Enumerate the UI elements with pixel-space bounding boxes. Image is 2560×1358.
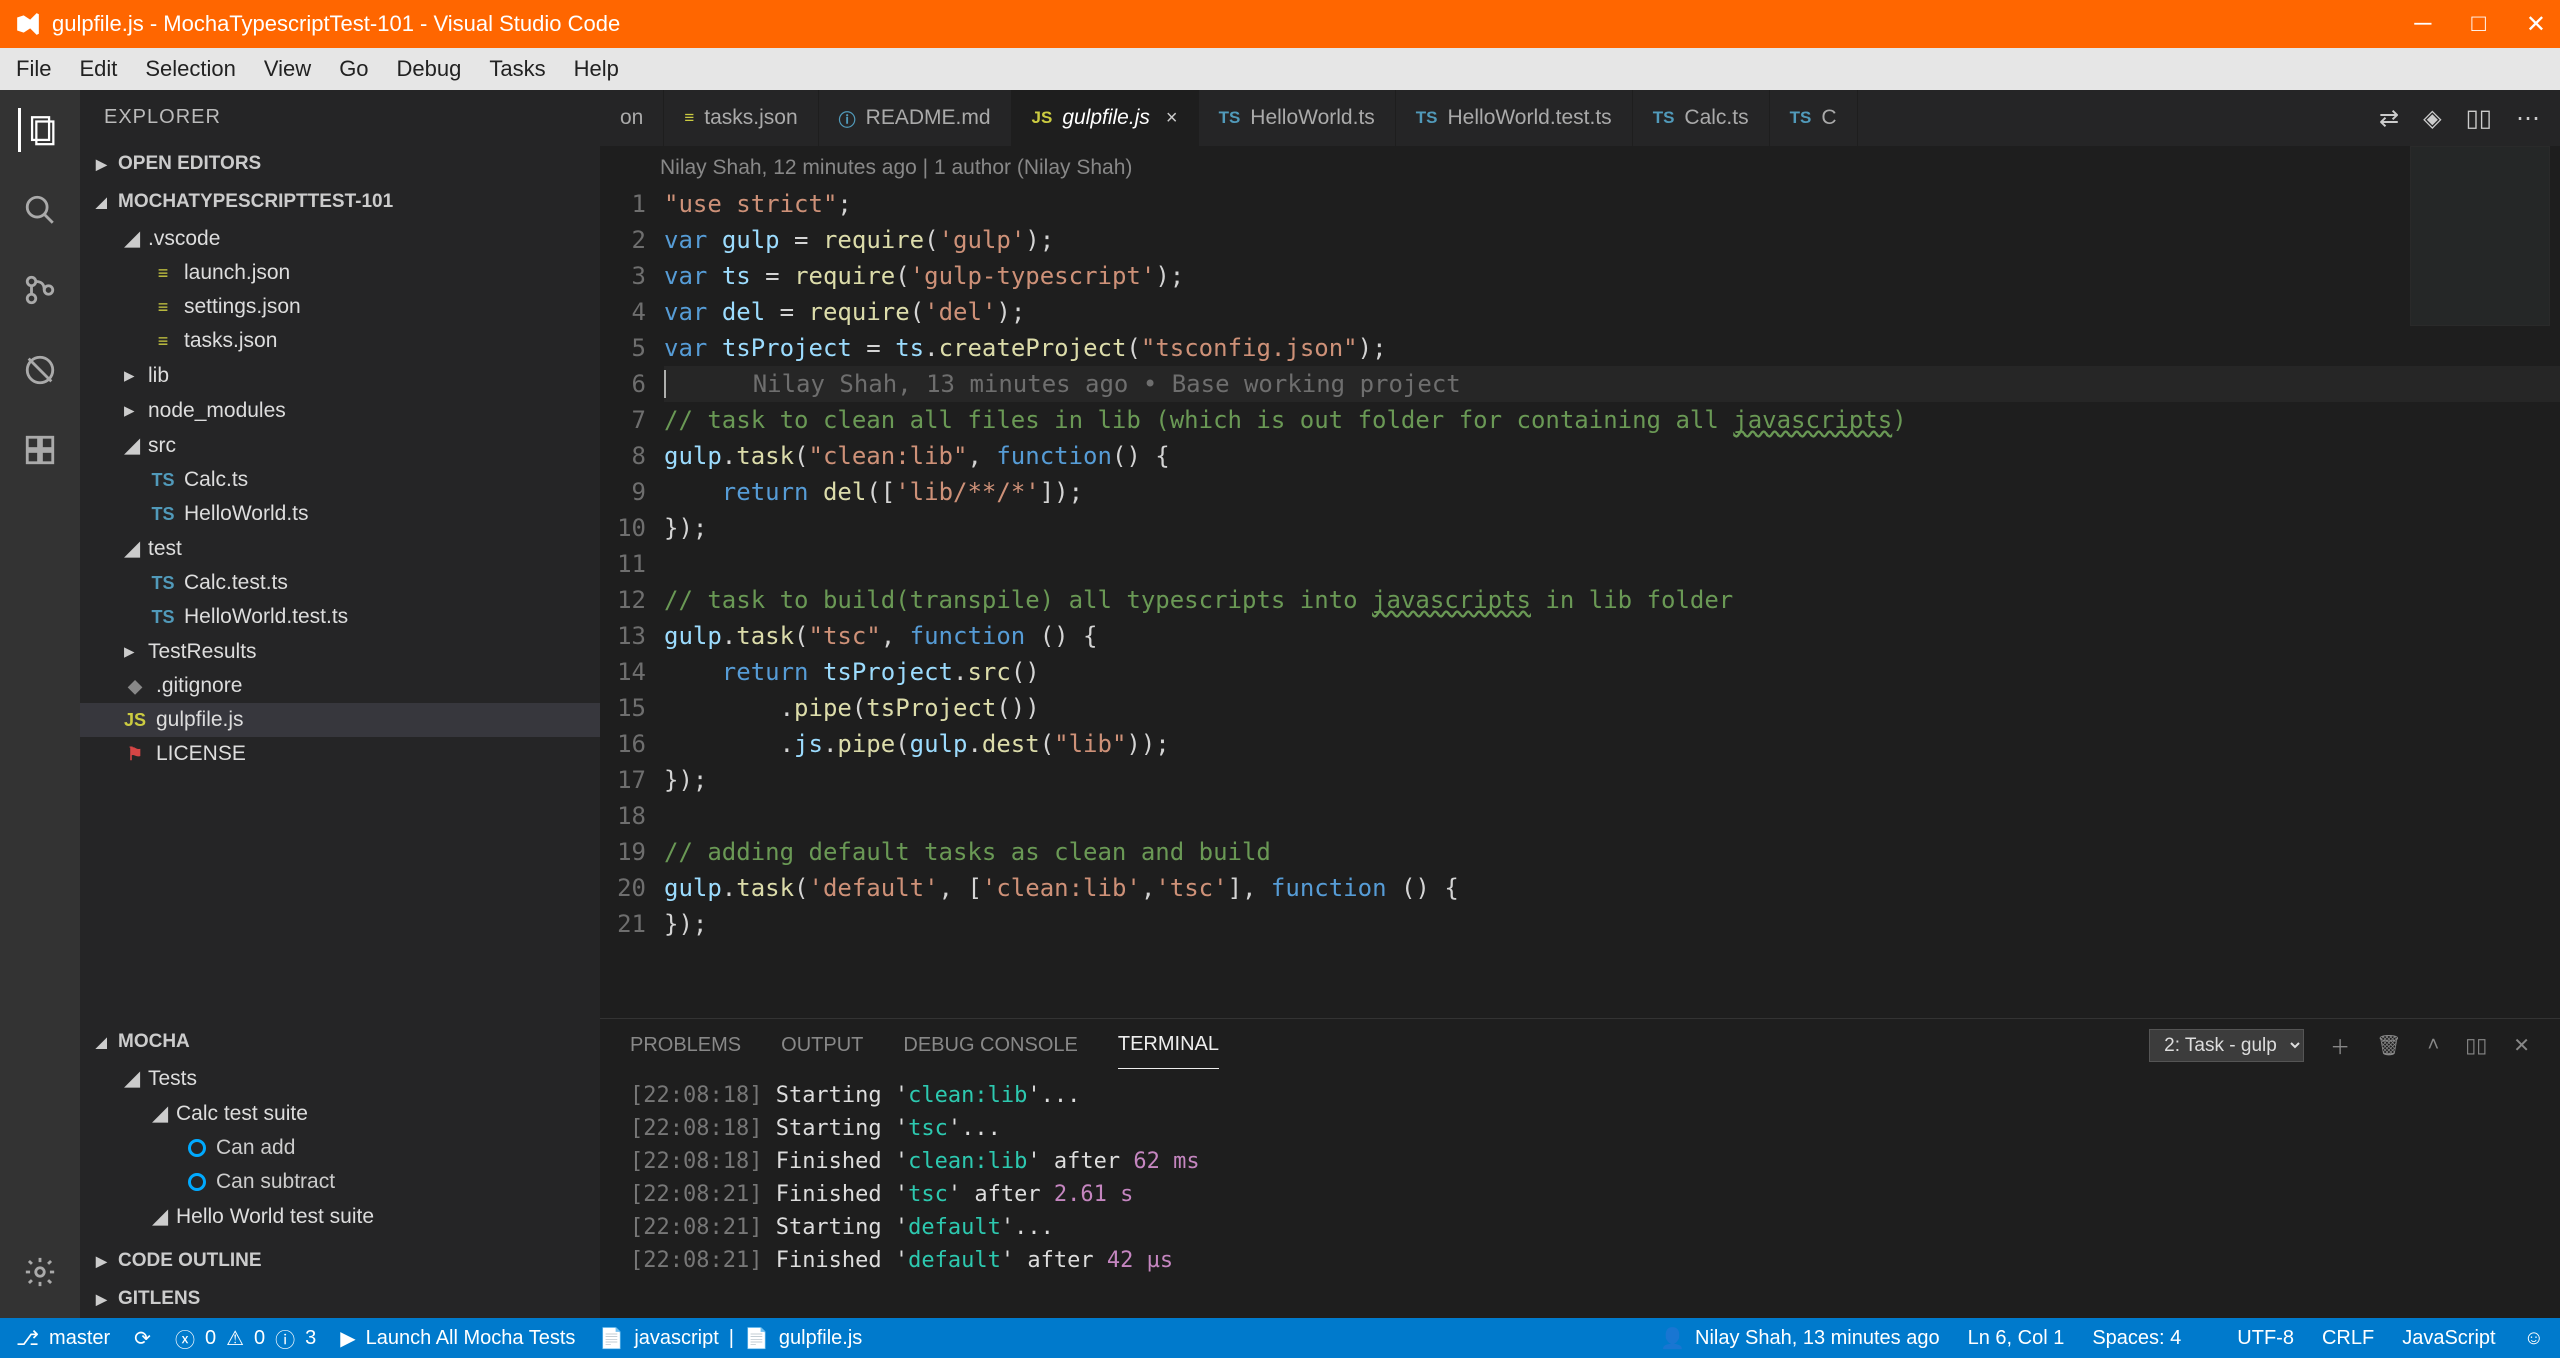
eol-status[interactable]: CRLF (2322, 1327, 2374, 1350)
gitlens-section[interactable]: ▶GITLENS (80, 1280, 600, 1318)
explorer-icon[interactable] (18, 108, 62, 152)
menu-view[interactable]: View (264, 56, 311, 82)
menu-edit[interactable]: Edit (79, 56, 117, 82)
terminal-selector[interactable]: 2: Task - gulp (2149, 1029, 2304, 1062)
code-outline-section[interactable]: ▶CODE OUTLINE (80, 1242, 600, 1280)
menu-bar: File Edit Selection View Go Debug Tasks Help (0, 48, 2560, 90)
new-terminal-icon[interactable]: ＋ (2330, 1031, 2350, 1060)
gitlens-blame-status[interactable]: 👤Nilay Shah, 13 minutes ago (1660, 1326, 1940, 1351)
open-changes-icon[interactable]: ◈ (2423, 104, 2441, 133)
file-tree: ◢.vscode≡launch.json≡settings.json≡tasks… (80, 221, 600, 1023)
project-section[interactable]: ◢MOCHATYPESCRIPTTEST-101 (80, 183, 600, 221)
tab-README-md[interactable]: ⓘREADME.md (819, 90, 1012, 146)
file-settings-json[interactable]: ≡settings.json (80, 290, 600, 324)
file-launch-json[interactable]: ≡launch.json (80, 256, 600, 290)
minimize-button[interactable]: ─ (2414, 10, 2431, 39)
status-bar: ⎇master ⟳ ⓧ0 ⚠0 ⓘ3 ▶Launch All Mocha Tes… (0, 1318, 2560, 1358)
indentation-status[interactable]: Spaces: 4 (2092, 1327, 2181, 1350)
encoding-status[interactable]: UTF-8 (2237, 1327, 2294, 1350)
extensions-icon[interactable] (18, 428, 62, 472)
vscode-icon (14, 10, 42, 38)
git-branch[interactable]: ⎇master (16, 1326, 110, 1351)
sync-button[interactable]: ⟳ (134, 1326, 151, 1351)
output-tab[interactable]: OUTPUT (781, 1022, 863, 1069)
folder-test[interactable]: ◢test (80, 531, 600, 566)
title-bar: gulpfile.js - MochaTypescriptTest-101 - … (0, 0, 2560, 48)
window-title: gulpfile.js - MochaTypescriptTest-101 - … (52, 11, 620, 37)
problems-status[interactable]: ⓧ0 ⚠0 ⓘ3 (175, 1324, 316, 1353)
file-LICENSE[interactable]: ⚑LICENSE (80, 737, 600, 771)
source-control-icon[interactable] (18, 268, 62, 312)
test-suite[interactable]: ◢Calc test suite (80, 1096, 600, 1131)
folder-node_modules[interactable]: ▸node_modules (80, 393, 600, 428)
file-Calc-test-ts[interactable]: TSCalc.test.ts (80, 566, 600, 600)
cursor-position[interactable]: Ln 6, Col 1 (1968, 1327, 2065, 1350)
launch-tests-button[interactable]: ▶Launch All Mocha Tests (340, 1326, 575, 1351)
settings-gear-icon[interactable] (18, 1250, 62, 1294)
menu-debug[interactable]: Debug (397, 56, 462, 82)
bottom-panel: PROBLEMS OUTPUT DEBUG CONSOLE TERMINAL 2… (600, 1018, 2560, 1318)
tab-C[interactable]: TSC (1770, 90, 1858, 146)
gitlens-authors: Nilay Shah, 12 minutes ago | 1 author (N… (600, 146, 2560, 186)
debug-icon[interactable] (18, 348, 62, 392)
file-tasks-json[interactable]: ≡tasks.json (80, 324, 600, 358)
activity-bar (0, 90, 80, 1318)
open-editors-section[interactable]: ▶OPEN EDITORS (80, 145, 600, 183)
menu-help[interactable]: Help (574, 56, 619, 82)
folder-lib[interactable]: ▸lib (80, 358, 600, 393)
code-content[interactable]: "use strict"; var gulp = require('gulp')… (664, 186, 2560, 1018)
folder-TestResults[interactable]: ▸TestResults (80, 634, 600, 669)
tab-on[interactable]: on (600, 90, 664, 146)
tab-close-icon[interactable]: × (1166, 107, 1178, 130)
folder-src[interactable]: ◢src (80, 428, 600, 463)
explorer-title: EXPLORER (80, 90, 600, 145)
close-panel-icon[interactable]: ✕ (2513, 1033, 2530, 1058)
panel-tabs: PROBLEMS OUTPUT DEBUG CONSOLE TERMINAL 2… (600, 1019, 2560, 1071)
more-actions-icon[interactable]: ⋯ (2516, 104, 2540, 133)
file-HelloWorld-ts[interactable]: TSHelloWorld.ts (80, 497, 600, 531)
test-case[interactable]: Can add (80, 1131, 600, 1165)
close-window-button[interactable]: ✕ (2526, 10, 2546, 39)
test-case[interactable]: Can subtract (80, 1165, 600, 1199)
mocha-tree: ◢Tests◢Calc test suiteCan addCan subtrac… (80, 1061, 600, 1242)
file-Calc-ts[interactable]: TSCalc.ts (80, 463, 600, 497)
file-type-status[interactable]: 📄javascript | 📄gulpfile.js (599, 1326, 862, 1351)
explorer-sidebar: EXPLORER ▶OPEN EDITORS ◢MOCHATYPESCRIPTT… (80, 90, 600, 1318)
tab-gulpfile-js[interactable]: JSgulpfile.js× (1012, 90, 1199, 146)
file-gulpfile-js[interactable]: JSgulpfile.js (80, 703, 600, 737)
compare-icon[interactable]: ⇄ (2379, 104, 2399, 133)
file-HelloWorld-test-ts[interactable]: TSHelloWorld.test.ts (80, 600, 600, 634)
line-gutter: 123456789101112131415161718192021 (600, 186, 664, 1018)
problems-tab[interactable]: PROBLEMS (630, 1022, 741, 1069)
mocha-section[interactable]: ◢MOCHA (80, 1023, 600, 1061)
search-icon[interactable] (18, 188, 62, 232)
tab-tasks-json[interactable]: ≡tasks.json (664, 90, 818, 146)
test-suite[interactable]: ◢Hello World test suite (80, 1199, 600, 1234)
tab-HelloWorld-test-ts[interactable]: TSHelloWorld.test.ts (1396, 90, 1633, 146)
menu-tasks[interactable]: Tasks (489, 56, 545, 82)
code-editor[interactable]: 123456789101112131415161718192021 "use s… (600, 186, 2560, 1018)
language-mode[interactable]: JavaScript (2402, 1327, 2495, 1350)
menu-selection[interactable]: Selection (145, 56, 236, 82)
menu-go[interactable]: Go (339, 56, 368, 82)
tab-Calc-ts[interactable]: TSCalc.ts (1633, 90, 1770, 146)
editor-area: on≡tasks.jsonⓘREADME.mdJSgulpfile.js×TSH… (600, 90, 2560, 1318)
split-terminal-icon[interactable]: ▯▯ (2465, 1033, 2487, 1058)
feedback-icon[interactable]: ☺ (2524, 1327, 2544, 1350)
terminal-tab[interactable]: TERMINAL (1118, 1021, 1219, 1069)
editor-tabs: on≡tasks.jsonⓘREADME.mdJSgulpfile.js×TSH… (600, 90, 2560, 146)
maximize-button[interactable]: □ (2471, 10, 2486, 39)
folder--vscode[interactable]: ◢.vscode (80, 221, 600, 256)
kill-terminal-icon[interactable]: 🗑 (2376, 1033, 2401, 1058)
split-editor-icon[interactable]: ▯▯ (2466, 104, 2492, 133)
file--gitignore[interactable]: ◆.gitignore (80, 669, 600, 703)
menu-file[interactable]: File (16, 56, 51, 82)
tab-HelloWorld-ts[interactable]: TSHelloWorld.ts (1199, 90, 1396, 146)
panel-up-icon[interactable]: ˄ (2428, 1034, 2440, 1057)
terminal-output[interactable]: [22:08:18] Starting 'clean:lib'...[22:08… (600, 1071, 2560, 1318)
mocha-tests-root[interactable]: ◢Tests (80, 1061, 600, 1096)
debug-console-tab[interactable]: DEBUG CONSOLE (903, 1022, 1077, 1069)
